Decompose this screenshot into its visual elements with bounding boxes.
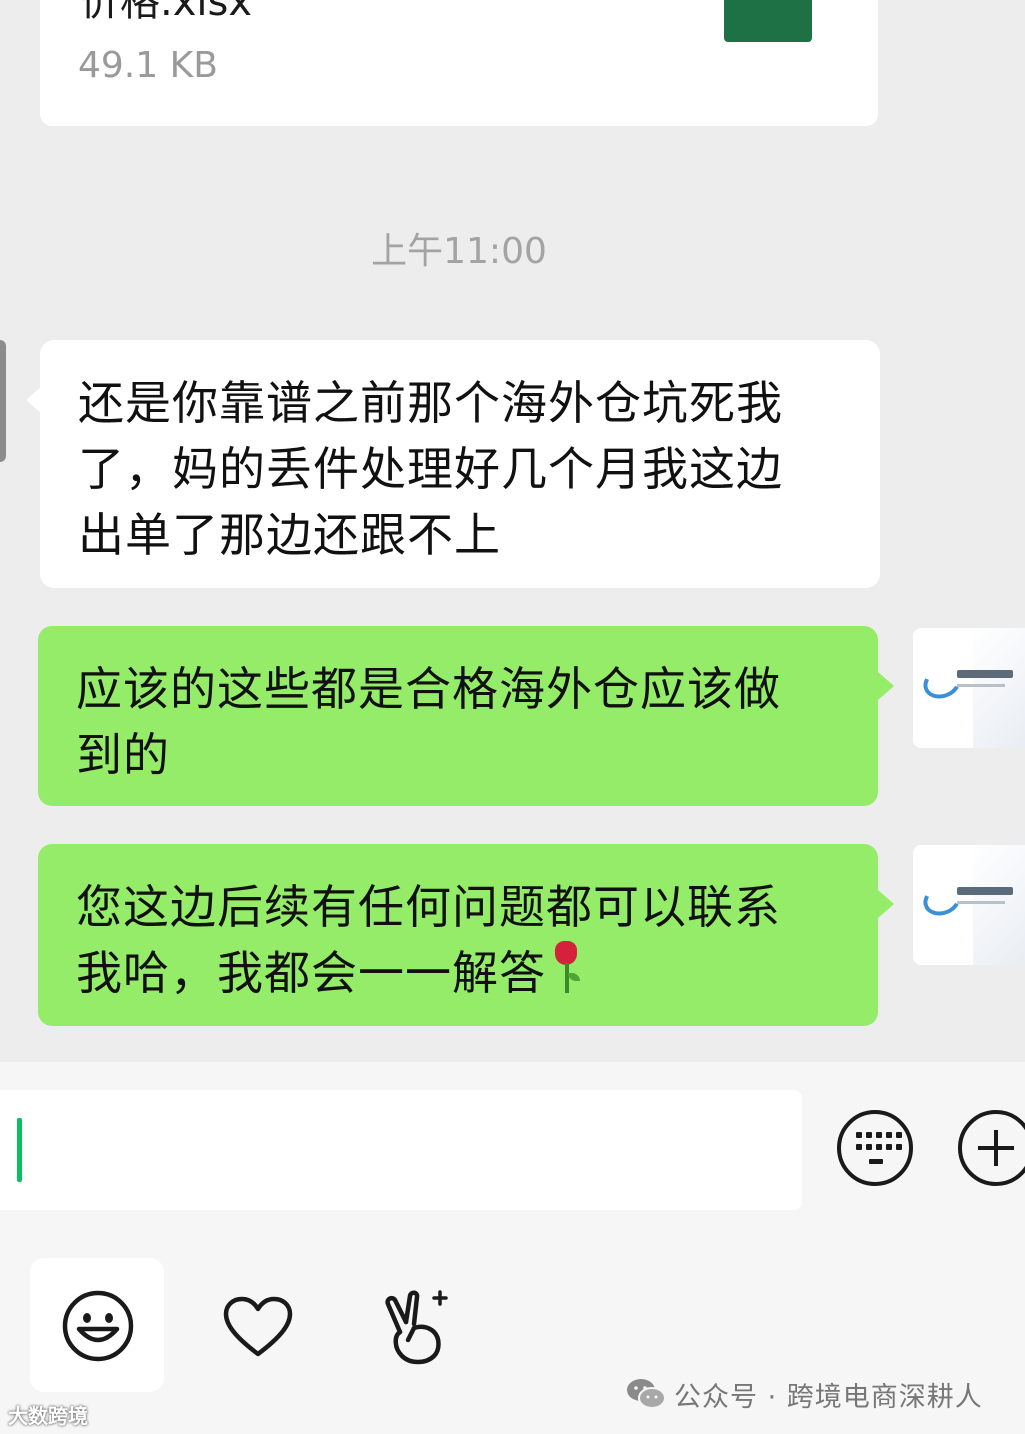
own-avatar[interactable] bbox=[913, 845, 1025, 965]
message-line: 到的 bbox=[76, 728, 170, 782]
more-actions-button[interactable] bbox=[958, 1110, 1025, 1186]
keyboard-toggle-button[interactable] bbox=[837, 1110, 913, 1186]
watermark-text: 公众号 · 跨境电商深耕人 bbox=[674, 1381, 983, 1413]
file-size: 49.1 KB bbox=[78, 45, 218, 86]
avatar-logo-subtext bbox=[957, 901, 1005, 904]
own-avatar[interactable] bbox=[913, 628, 1025, 748]
avatar-logo-subtext bbox=[957, 684, 1005, 687]
excel-file-icon: X bbox=[724, 0, 812, 42]
hand-gesture-icon[interactable] bbox=[380, 1286, 452, 1368]
message-line: 应该的这些都是合格海外仓应该做 bbox=[76, 662, 781, 716]
message-input[interactable] bbox=[0, 1090, 802, 1210]
company-logo-icon bbox=[919, 662, 965, 704]
outgoing-message-bubble[interactable]: 您这边后续有任何问题都可以联系 我哈，我都会一一解答 bbox=[38, 844, 894, 1026]
message-line-with-emoji: 我哈，我都会一一解答 bbox=[76, 940, 842, 1006]
avatar-map-background bbox=[973, 628, 1025, 748]
message-line: 了，妈的丢件处理好几个月我这边 bbox=[78, 442, 783, 496]
avatar-logo-text bbox=[957, 670, 1013, 678]
message-line-text: 我哈，我都会一一解答 bbox=[76, 946, 546, 1000]
avatar-map-background bbox=[973, 845, 1025, 965]
contact-avatar[interactable] bbox=[0, 340, 6, 462]
source-watermark-left: 大数跨境 bbox=[8, 1404, 88, 1428]
heart-icon[interactable] bbox=[222, 1296, 294, 1360]
file-name: 价格.xlsx bbox=[80, 0, 253, 25]
file-message-card[interactable]: 价格.xlsx 49.1 KB X bbox=[40, 0, 878, 126]
excel-icon-letter: X bbox=[754, 0, 782, 4]
smile-emoji-icon bbox=[62, 1290, 134, 1362]
incoming-message-bubble[interactable]: 还是你靠谱之前那个海外仓坑死我 了，妈的丢件处理好几个月我这边 出单了那边还跟不… bbox=[26, 340, 880, 588]
message-line: 还是你靠谱之前那个海外仓坑死我 bbox=[78, 376, 783, 430]
source-watermark-right: 公众号 · 跨境电商深耕人 bbox=[626, 1374, 983, 1414]
message-line: 出单了那边还跟不上 bbox=[78, 508, 501, 562]
emoji-tab-smile[interactable] bbox=[30, 1258, 164, 1392]
rose-emoji-icon bbox=[550, 941, 580, 995]
avatar-logo-text bbox=[957, 887, 1013, 895]
outgoing-message-bubble[interactable]: 应该的这些都是合格海外仓应该做 到的 bbox=[38, 626, 894, 806]
message-timestamp: 上午11:00 bbox=[371, 231, 547, 272]
text-cursor bbox=[17, 1118, 22, 1182]
chat-area: 价格.xlsx 49.1 KB X 上午11:00 还是你靠谱之前那个海外仓坑死… bbox=[0, 0, 1025, 1062]
company-logo-icon bbox=[919, 879, 965, 921]
message-line: 您这边后续有任何问题都可以联系 bbox=[76, 880, 781, 934]
wechat-logo-icon bbox=[627, 1379, 666, 1409]
